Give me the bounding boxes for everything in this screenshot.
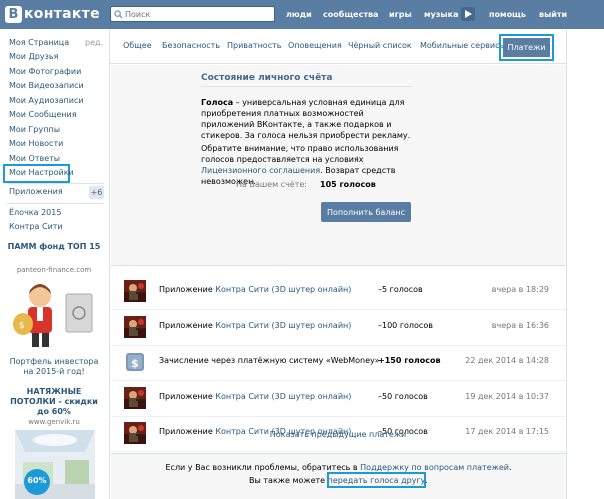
ad-url[interactable]: panteon-finance.com bbox=[7, 266, 101, 274]
payment-icon[interactable]: $ bbox=[124, 351, 146, 373]
sidebar-item-news[interactable]: Мои Новости bbox=[9, 139, 63, 148]
settings-panel: Общее Безопасность Приватность Оповещени… bbox=[109, 29, 567, 499]
play-icon[interactable] bbox=[461, 7, 475, 21]
votes-description: Голоса – универсальная условная единица … bbox=[201, 97, 416, 141]
sidebar-item-friends[interactable]: Мои Друзья bbox=[9, 52, 58, 61]
transaction-date: вчера в 16:36 bbox=[491, 321, 549, 330]
app-game-icon[interactable] bbox=[124, 280, 146, 302]
votes-description-text: – универсальная условная единица для при… bbox=[201, 98, 411, 140]
transaction-type: Приложение bbox=[159, 392, 216, 401]
transaction-type: Зачисление через платёжную систему «WebM… bbox=[159, 356, 380, 365]
search-box[interactable] bbox=[110, 6, 275, 22]
sidebar-item-messages[interactable]: Мои Сообщения bbox=[9, 110, 77, 119]
transaction-type: Приложение bbox=[159, 321, 216, 330]
sidebar-item-my-page[interactable]: Моя Страница bbox=[9, 38, 69, 47]
apps-count-badge[interactable]: +6 bbox=[89, 186, 104, 199]
vk-logo-mark: В bbox=[5, 5, 22, 23]
sidebar-item-photos[interactable]: Мои Фотографии bbox=[9, 67, 81, 76]
sidebar-item-groups[interactable]: Мои Группы bbox=[9, 125, 60, 134]
tab-privacy[interactable]: Приватность bbox=[227, 41, 281, 50]
transaction-date: вчера в 18:29 bbox=[491, 285, 549, 294]
svg-text:$: $ bbox=[131, 357, 139, 370]
transfer-text: Вы также можете bbox=[249, 476, 328, 485]
transaction-row: $ Зачисление через платёжную систему «Web… bbox=[111, 346, 566, 381]
search-input[interactable] bbox=[125, 9, 265, 19]
payment-support-link[interactable]: Поддержку по вопросам платежей bbox=[360, 463, 509, 472]
sidebar-app-contra-city[interactable]: Контра Сити bbox=[9, 222, 63, 231]
show-previous-payments-link[interactable]: Показать предыдущие платежи bbox=[270, 430, 407, 439]
ad-title[interactable]: ПАММ фонд ТОП 15 bbox=[7, 242, 101, 252]
section-divider bbox=[201, 86, 411, 87]
ad-image[interactable]: $ bbox=[10, 276, 98, 352]
svg-text:$: $ bbox=[19, 321, 25, 331]
account-status-section: Состояние личного счёта Голоса – универс… bbox=[111, 65, 566, 266]
transaction-description: Зачисление через платёжную систему «WebM… bbox=[159, 356, 380, 365]
transaction-row: Приложение Контра Сити (3D шутер онлайн)… bbox=[111, 311, 566, 346]
nav-help[interactable]: помощь bbox=[489, 0, 526, 29]
transaction-date: 19 дек 2014 в 10:37 bbox=[465, 392, 549, 401]
app-game-icon[interactable] bbox=[124, 316, 146, 338]
top-header: В контакте люди сообщества игры музыка п… bbox=[0, 0, 604, 29]
transaction-amount: +150 голосов bbox=[378, 356, 441, 365]
transaction-type: Приложение bbox=[159, 285, 216, 294]
balance-value: 105 голосов bbox=[320, 180, 376, 189]
transaction-description: Приложение Контра Сити (3D шутер онлайн) bbox=[159, 321, 351, 330]
license-note-text: Обратите внимание, что право использован… bbox=[201, 144, 399, 164]
transaction-row: Приложение Контра Сити (3D шутер онлайн)… bbox=[111, 382, 566, 417]
nav-people[interactable]: люди bbox=[286, 0, 312, 29]
app-game-icon[interactable] bbox=[124, 387, 146, 409]
sidebar-item-audio[interactable]: Мои Аудиозаписи bbox=[9, 96, 84, 105]
tab-payments[interactable]: Платежи bbox=[503, 38, 550, 57]
ad-text[interactable]: Портфель инвестора на 2015-й год! bbox=[7, 357, 101, 377]
sidebar-item-videos[interactable]: Мои Видеозаписи bbox=[9, 81, 84, 90]
sidebar-divider bbox=[7, 203, 104, 204]
sidebar-divider bbox=[7, 183, 104, 184]
edit-link[interactable]: ред. bbox=[85, 38, 103, 47]
nav-music[interactable]: музыка bbox=[424, 0, 458, 29]
transfer-highlight bbox=[327, 472, 426, 488]
sidebar-item-apps[interactable]: Приложения bbox=[9, 187, 63, 196]
license-agreement-link[interactable]: Лицензионного соглашения bbox=[201, 166, 320, 175]
transaction-row: Приложение Контра Сити (3D шутер онлайн)… bbox=[111, 275, 566, 310]
license-note: Обратите внимание, что право использован… bbox=[201, 143, 416, 187]
app-link[interactable]: Контра Сити (3D шутер онлайн) bbox=[215, 285, 351, 294]
settings-tabs: Общее Безопасность Приватность Оповещени… bbox=[110, 29, 566, 64]
votes-term: Голоса bbox=[201, 98, 234, 107]
support-line: Если у Вас возникли проблемы, обратитесь… bbox=[111, 463, 566, 472]
tab-blacklist[interactable]: Чёрный список bbox=[348, 41, 412, 50]
ad-image[interactable] bbox=[15, 430, 95, 499]
tab-mobile[interactable]: Мобильные сервисы bbox=[420, 41, 506, 50]
nav-communities[interactable]: сообщества bbox=[323, 0, 378, 29]
transaction-description: Приложение Контра Сити (3D шутер онлайн) bbox=[159, 285, 351, 294]
sidebar-item-settings[interactable]: Мои Настройки bbox=[9, 168, 74, 177]
payments-footer: Если у Вас возникли проблемы, обратитесь… bbox=[111, 453, 566, 499]
tab-notifications[interactable]: Оповещения bbox=[288, 41, 342, 50]
transaction-amount: –50 голосов bbox=[378, 392, 428, 401]
transaction-description: Приложение Контра Сити (3D шутер онлайн) bbox=[159, 392, 351, 401]
tab-security[interactable]: Безопасность bbox=[162, 41, 220, 50]
vk-logo[interactable]: В контакте bbox=[5, 5, 100, 23]
tab-general[interactable]: Общее bbox=[123, 41, 152, 50]
ad-title[interactable]: НАТЯЖНЫЕ ПОТОЛКИ - скидки до 60% bbox=[7, 387, 101, 417]
app-link[interactable]: Контра Сити (3D шутер онлайн) bbox=[215, 392, 351, 401]
app-link[interactable]: Контра Сити (3D шутер онлайн) bbox=[215, 321, 351, 330]
sidebar-app-yolochka[interactable]: Ёлочка 2015 bbox=[9, 208, 61, 217]
tab-payments-highlight: Платежи bbox=[499, 34, 554, 61]
top-up-balance-button[interactable]: Пополнить баланс bbox=[321, 202, 411, 222]
ad-url[interactable]: www.genvik.ru bbox=[7, 418, 101, 426]
support-text-end: . bbox=[508, 463, 512, 472]
nav-games[interactable]: игры bbox=[389, 0, 412, 29]
search-icon bbox=[111, 7, 125, 21]
balance-label: На Вашем счёте: bbox=[236, 180, 307, 189]
support-text: Если у Вас возникли проблемы, обратитесь… bbox=[165, 463, 361, 472]
sidebar-item-answers[interactable]: Мои Ответы bbox=[9, 154, 60, 163]
nav-logout[interactable]: выйти bbox=[539, 0, 567, 29]
transaction-amount: –5 голосов bbox=[378, 285, 423, 294]
section-title: Состояние личного счёта bbox=[201, 73, 333, 83]
transaction-amount: –100 голосов bbox=[378, 321, 433, 330]
transaction-date: 22 дек 2014 в 14:28 bbox=[465, 356, 549, 365]
vk-logo-text: контакте bbox=[24, 6, 100, 22]
ad-discount-badge: 60% bbox=[27, 476, 47, 485]
